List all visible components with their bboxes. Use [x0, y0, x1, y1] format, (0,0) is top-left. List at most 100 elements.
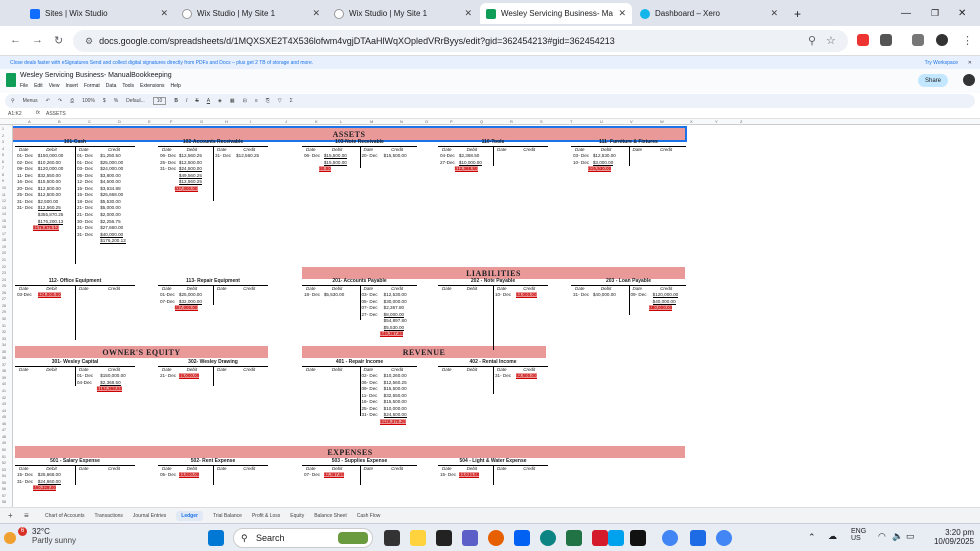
t-account-supplies[interactable]: 503 - Supplies Expense Date Debit Date Credi… — [302, 458, 417, 507]
close-window-icon[interactable]: ✕ — [952, 3, 972, 24]
menu-view[interactable]: View — [49, 83, 60, 89]
weather-widget[interactable]: 32°C Partly sunny — [20, 527, 76, 545]
undo-icon[interactable]: ↶ — [46, 98, 50, 104]
row-header-17[interactable]: 17 — [2, 232, 6, 236]
row-header-39[interactable]: 39 — [2, 376, 6, 380]
row-header-30[interactable]: 30 — [2, 317, 6, 321]
t-account-repair_inc[interactable]: 401 - Repair Income Date Debit Date Credit 02… — [302, 359, 417, 459]
zoom-select[interactable]: 100% — [82, 98, 95, 104]
row-header-21[interactable]: 21 — [2, 258, 6, 262]
row-header-4[interactable]: 4 — [2, 147, 4, 151]
sheet-tab-profit-loss[interactable]: Profit & Loss — [252, 513, 280, 519]
restore-icon[interactable]: ❐ — [925, 3, 945, 24]
browser-tab-4-active[interactable]: Wesley Servicing Business- Ma ✕ — [480, 3, 632, 24]
check-icon[interactable] — [608, 530, 624, 546]
row-header-1[interactable]: 1 — [2, 127, 4, 131]
language-indicator[interactable]: ENG US — [851, 528, 866, 542]
t-account-notes_rec[interactable]: 103-Note Receivable Date Debit Date Credit 06… — [302, 139, 417, 239]
close-tab-icon[interactable]: ✕ — [618, 8, 626, 19]
row-header-6[interactable]: 6 — [2, 160, 4, 164]
wifi-icon[interactable]: ◠ — [878, 531, 886, 542]
formula-input[interactable]: ASSETS — [46, 111, 66, 117]
column-header-g[interactable]: G — [200, 119, 203, 124]
row-header-31[interactable]: 31 — [2, 324, 6, 328]
column-header-c[interactable]: C — [88, 119, 91, 124]
row-header-54[interactable]: 54 — [2, 474, 6, 478]
row-header-52[interactable]: 52 — [2, 461, 6, 465]
tray-overflow-icon[interactable]: ⌃ — [808, 532, 816, 543]
column-header-v[interactable]: V — [630, 119, 633, 124]
column-header-k[interactable]: K — [315, 119, 318, 124]
all-sheets-icon[interactable]: ≡ — [24, 511, 29, 520]
profile-avatar[interactable] — [936, 34, 948, 46]
column-header-y[interactable]: Y — [715, 119, 718, 124]
column-header-h[interactable]: H — [225, 119, 228, 124]
t-account-cash[interactable]: 101-Cash Date Debit Date Credit 01- Dec $150,0… — [15, 139, 135, 264]
column-header-q[interactable]: Q — [480, 119, 483, 124]
row-header-28[interactable]: 28 — [2, 304, 6, 308]
t-account-drawing[interactable]: 302- Wesley Drawing Date Debit Date Credit 21… — [158, 359, 268, 459]
volume-icon[interactable]: 🔈 — [892, 531, 903, 542]
strikethrough-icon[interactable]: S — [195, 98, 198, 104]
row-header-49[interactable]: 49 — [2, 441, 6, 445]
forward-icon[interactable]: → — [32, 34, 43, 46]
currency-icon[interactable]: $ — [103, 98, 106, 104]
row-header-38[interactable]: 38 — [2, 369, 6, 373]
cloud-icon[interactable]: ☁ — [828, 531, 837, 542]
filter-icon[interactable]: ▽ — [278, 98, 282, 104]
search-icon[interactable]: ⚲ — [808, 34, 816, 47]
row-header-50[interactable]: 50 — [2, 448, 6, 452]
functions-icon[interactable]: Σ — [290, 98, 293, 104]
row-header-18[interactable]: 18 — [2, 238, 6, 242]
row-header-35[interactable]: 35 — [2, 350, 6, 354]
sheet-tab-trial-balance[interactable]: Trial Balance — [213, 513, 242, 519]
word-icon[interactable] — [514, 530, 530, 546]
row-header-11[interactable]: 11 — [2, 193, 6, 197]
italic-icon[interactable]: I — [186, 98, 187, 104]
taskbar-search[interactable]: ⚲ Search — [233, 528, 373, 548]
column-header-w[interactable]: W — [660, 119, 664, 124]
menu-edit[interactable]: Edit — [34, 83, 43, 89]
row-header-7[interactable]: 7 — [2, 166, 4, 170]
row-header-46[interactable]: 46 — [2, 422, 6, 426]
align-icon[interactable]: ≡ — [255, 98, 258, 104]
firefox-icon[interactable] — [488, 530, 504, 546]
extensions-puzzle-icon[interactable] — [880, 34, 892, 46]
close-tab-icon[interactable]: ✕ — [770, 8, 778, 19]
teams-icon[interactable] — [462, 530, 478, 546]
close-tab-icon[interactable]: ✕ — [160, 8, 168, 19]
column-header-a[interactable]: A — [28, 119, 31, 124]
weather-icon[interactable] — [4, 532, 16, 544]
row-header-13[interactable]: 13 — [2, 206, 6, 210]
t-account-utilities[interactable]: 504 - Light & Water Expense Date Debit Date… — [438, 458, 548, 507]
site-info-icon[interactable]: ⚙ — [85, 36, 93, 47]
document-title[interactable]: Wesley Servicing Business- ManualBookkee… — [20, 72, 172, 79]
excel-icon[interactable] — [566, 530, 582, 546]
browser-tab-1[interactable]: Sites | Wix Studio ✕ — [24, 3, 174, 24]
sheet-tab-journal-entries[interactable]: Journal Entries — [133, 513, 166, 519]
browser-tab-5[interactable]: Dashboard – Xero ✕ — [634, 3, 784, 24]
percent-icon[interactable]: % — [114, 98, 118, 104]
menu-format[interactable]: Format — [84, 83, 100, 89]
close-tab-icon[interactable]: ✕ — [312, 8, 320, 19]
menus-search[interactable]: Menus — [23, 98, 38, 104]
column-header-p[interactable]: P — [450, 119, 453, 124]
row-header-34[interactable]: 34 — [2, 343, 6, 347]
search-icon[interactable]: ⚲ — [11, 98, 15, 104]
row-header-8[interactable]: 8 — [2, 173, 4, 177]
browser-tab-2[interactable]: Wix Studio | My Site 1 ✕ — [176, 3, 326, 24]
row-header-19[interactable]: 19 — [2, 245, 6, 249]
row-header-58[interactable]: 58 — [2, 500, 6, 504]
column-header-j[interactable]: J — [285, 119, 287, 124]
try-workspace-link[interactable]: Try Workspace — [925, 60, 958, 66]
row-header-24[interactable]: 24 — [2, 278, 6, 282]
system-clock[interactable]: 3:20 pm 10/09/2025 — [924, 528, 974, 546]
t-account-capital[interactable]: 301- Wesley Capital Date Debit Date Credit 01… — [15, 359, 135, 459]
t-account-salary[interactable]: 501 - Salary Expense Date Debit Date Credit 1… — [15, 458, 135, 507]
sheet-tab-transactions[interactable]: Transactions — [94, 513, 122, 519]
row-header-45[interactable]: 45 — [2, 415, 6, 419]
row-header-3[interactable]: 3 — [2, 140, 4, 144]
sheets-logo-icon[interactable] — [6, 73, 16, 87]
t-account-tools[interactable]: 110-Tools Date Debit Date Credit 04-Dec $2,368… — [438, 139, 548, 239]
row-header-47[interactable]: 47 — [2, 428, 6, 432]
